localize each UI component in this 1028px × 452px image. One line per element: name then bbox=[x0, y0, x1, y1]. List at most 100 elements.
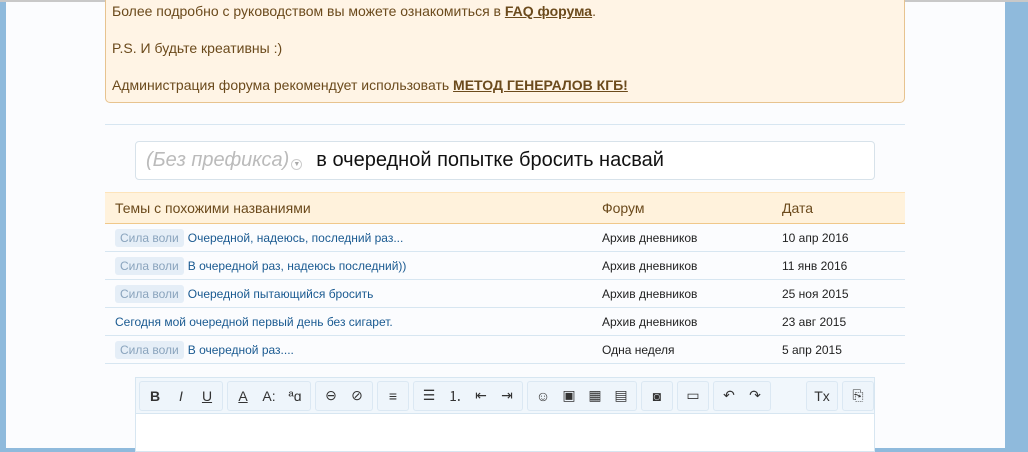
prefix-badge[interactable]: Сила воли bbox=[115, 228, 184, 247]
save-button[interactable]: ▭ bbox=[680, 383, 706, 409]
chevron-down-icon: ▼ bbox=[291, 159, 303, 170]
link-button[interactable]: ⊖ bbox=[318, 383, 344, 409]
bold-button[interactable]: B bbox=[142, 383, 168, 409]
toolbar-group: ☰ ⒈ ⇤ ⇥ bbox=[413, 380, 523, 411]
toolbar-group: ▭ bbox=[677, 380, 709, 411]
notice-text: . bbox=[592, 3, 596, 19]
thread-cell: Сила воли В очередной раз.... bbox=[105, 335, 592, 364]
toolbar-group: Tx bbox=[806, 380, 838, 411]
prefix-badge[interactable]: Сила воли bbox=[115, 256, 184, 275]
forum-cell: Архив дневников bbox=[592, 307, 772, 336]
ol-icon: ⒈ bbox=[448, 387, 462, 404]
clear-icon: Tx bbox=[814, 387, 830, 404]
font-button[interactable]: ªɑ bbox=[282, 383, 308, 409]
clear-button[interactable]: Tx bbox=[809, 383, 835, 409]
size-button[interactable]: A: bbox=[256, 383, 282, 409]
outdent-icon: ⇤ bbox=[475, 387, 487, 403]
ol-button[interactable]: ⒈ bbox=[442, 383, 468, 409]
date-cell: 11 янв 2016 bbox=[772, 251, 905, 280]
forum-cell: Одна неделя bbox=[592, 335, 772, 364]
save-icon: ▭ bbox=[686, 387, 700, 403]
thread-title-input[interactable]: (Без префикса) ▼ в очередной попытке брос… bbox=[135, 141, 875, 180]
date-cell: 23 авг 2015 bbox=[772, 307, 905, 336]
similar-threads-table: Темы с похожими названиями Форум Дата Си… bbox=[105, 192, 905, 364]
thread-link[interactable]: Сегодня мой очередной первый день без си… bbox=[115, 315, 393, 329]
toolbar-group: A A: ªɑ bbox=[227, 380, 311, 411]
notice-ps: P.S. И будьте креативны :) bbox=[112, 40, 283, 56]
bold-icon: B bbox=[149, 387, 161, 404]
smilie-button[interactable]: ☺ bbox=[530, 383, 556, 409]
undo-button[interactable]: ↶ bbox=[716, 383, 742, 409]
thread-link[interactable]: В очередной раз.... bbox=[188, 343, 294, 357]
outdent-button[interactable]: ⇤ bbox=[468, 383, 494, 409]
undo-icon: ↶ bbox=[723, 387, 735, 403]
divider bbox=[105, 124, 905, 125]
forum-notice: Более подробно с руководством вы можете … bbox=[105, 0, 905, 103]
underline-icon: U bbox=[201, 387, 213, 404]
italic-icon: I bbox=[179, 387, 183, 404]
table-row: Сила воли В очередной раз, надеюсь послед… bbox=[105, 251, 905, 280]
toolbar-group: ◙ bbox=[641, 380, 673, 411]
page: Более подробно с руководством вы можете … bbox=[6, 0, 1005, 452]
editor-toolbar: B I U A A: ªɑ ⊖ ⊘ ≡ ☰ ⒈ ⇤ ⇥ ☺ ▣ ▦ ▤ ◙ ▭ ↶ ↷ Tx ⎘ bbox=[136, 378, 874, 414]
prefix-badge[interactable]: Сила воли bbox=[115, 340, 184, 359]
date-cell: 25 ноя 2015 bbox=[772, 279, 905, 308]
kgb-link[interactable]: МЕТОД ГЕНЕРАЛОВ КГБ! bbox=[453, 77, 628, 93]
notice-text: Более подробно с руководством вы можете … bbox=[112, 3, 505, 19]
thread-link[interactable]: Очередной пытающийся бросить bbox=[188, 287, 374, 301]
forum-cell: Архив дневников bbox=[592, 223, 772, 252]
media-icon: ▦ bbox=[588, 387, 602, 403]
redo-icon: ↷ bbox=[749, 387, 761, 403]
thread-link[interactable]: Очередной, надеюсь, последний раз... bbox=[188, 231, 404, 245]
font-icon: ªɑ bbox=[288, 387, 302, 404]
toolbar-group: ⎘ bbox=[842, 380, 874, 411]
header-forum: Форум bbox=[592, 192, 772, 224]
quote-icon: ▤ bbox=[614, 387, 628, 403]
toolbar-group: BIU bbox=[139, 380, 223, 411]
message-editor[interactable]: B I U A A: ªɑ ⊖ ⊘ ≡ ☰ ⒈ ⇤ ⇥ ☺ ▣ ▦ ▤ ◙ ▭ ↶ ↷ Tx ⎘ bbox=[135, 377, 875, 452]
thread-cell: Сила воли В очередной раз, надеюсь послед… bbox=[105, 251, 592, 280]
forum-cell: Архив дневников bbox=[592, 279, 772, 308]
ul-icon: ☰ bbox=[422, 387, 436, 403]
title-value: в очередной попытке бросить насвай bbox=[316, 149, 664, 171]
link-icon: ⊖ bbox=[325, 387, 337, 403]
smilie-icon: ☺ bbox=[535, 387, 551, 404]
source-icon: ⎘ bbox=[852, 387, 864, 403]
indent-button[interactable]: ⇥ bbox=[494, 383, 520, 409]
forum-cell: Архив дневников bbox=[592, 251, 772, 280]
source-button[interactable]: ⎘ bbox=[845, 383, 871, 409]
table-row: Сила воли Очередной пытающийся бросить Арх… bbox=[105, 279, 905, 308]
table-row: Сила воли Очередной, надеюсь, последний р… bbox=[105, 223, 905, 252]
size-icon: A: bbox=[262, 387, 276, 404]
camera-icon: ◙ bbox=[652, 387, 662, 404]
toolbar-group: ↶ ↷ bbox=[713, 380, 771, 411]
header-date: Дата bbox=[772, 192, 905, 224]
faq-link[interactable]: FAQ форума bbox=[505, 3, 592, 19]
italic-button[interactable]: I bbox=[168, 383, 194, 409]
ul-button[interactable]: ☰ bbox=[416, 383, 442, 409]
quote-button[interactable]: ▤ bbox=[608, 383, 634, 409]
indent-icon: ⇥ bbox=[501, 387, 513, 403]
notice-text: Администрация форума рекомендует использ… bbox=[112, 77, 454, 93]
unlink-icon: ⊘ bbox=[351, 387, 363, 403]
thread-cell: Сила воли Очередной пытающийся бросить bbox=[105, 279, 592, 308]
table-row: Сила воли В очередной раз.... Одна неделя 5… bbox=[105, 335, 905, 364]
table-row: Сегодня мой очередной первый день без си… bbox=[105, 307, 905, 336]
align-button[interactable]: ≡ bbox=[380, 383, 406, 409]
image-button[interactable]: ▣ bbox=[556, 383, 582, 409]
header-threads: Темы с похожими названиями bbox=[105, 192, 592, 224]
redo-button[interactable]: ↷ bbox=[742, 383, 768, 409]
underline-button[interactable]: U bbox=[194, 383, 220, 409]
thread-link[interactable]: В очередной раз, надеюсь последний)) bbox=[188, 259, 407, 273]
prefix-label: (Без префикса) bbox=[146, 149, 290, 171]
unlink-button[interactable]: ⊘ bbox=[344, 383, 370, 409]
color-button[interactable]: A bbox=[230, 383, 256, 409]
prefix-select[interactable]: (Без префикса) ▼ bbox=[146, 149, 316, 172]
align-icon: ≡ bbox=[388, 387, 398, 404]
color-icon: A bbox=[238, 387, 248, 404]
media-button[interactable]: ▦ bbox=[582, 383, 608, 409]
camera-button[interactable]: ◙ bbox=[644, 383, 670, 409]
prefix-badge[interactable]: Сила воли bbox=[115, 284, 184, 303]
date-cell: 10 апр 2016 bbox=[772, 223, 905, 252]
toolbar-group: ≡ bbox=[377, 380, 409, 411]
